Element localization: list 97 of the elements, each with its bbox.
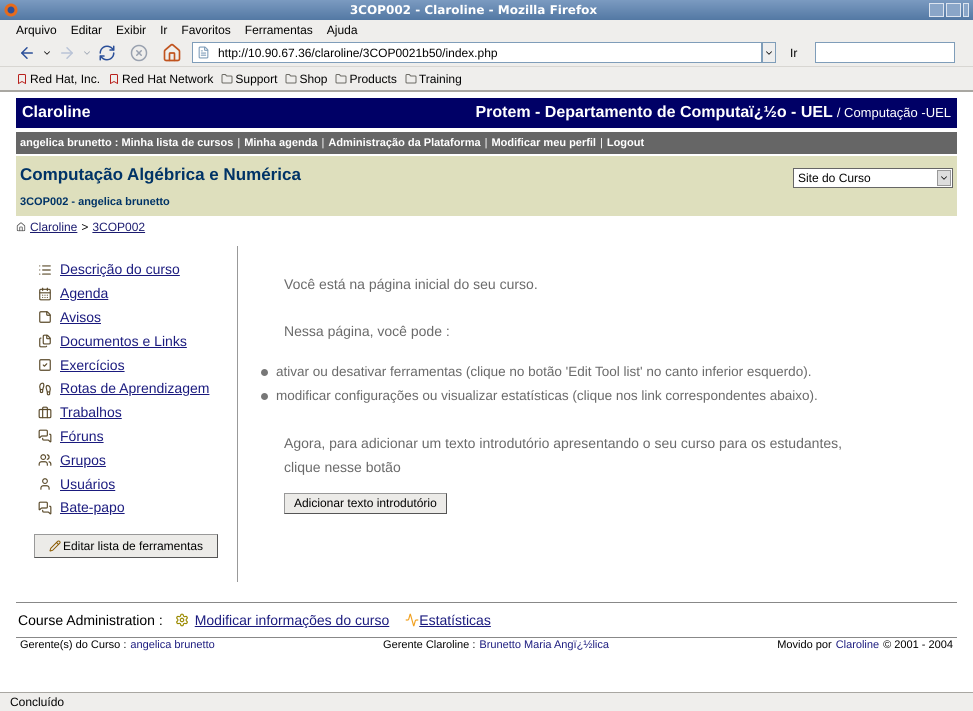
folder-icon [221, 72, 234, 84]
browser-logo-icon [4, 3, 18, 17]
intro-text: Agora, para adicionar um texto introdutório apresentando o seu curso para os estudantes, clique nesse botão [284, 434, 844, 477]
close-button[interactable] [963, 3, 969, 17]
status-bar: Concluído [0, 692, 973, 711]
user-bar-link[interactable]: Logout [606, 134, 644, 152]
tool-link[interactable]: Usuários [60, 474, 116, 495]
user-icon [38, 477, 52, 492]
documents-icon [38, 334, 52, 348]
pencil-icon [48, 540, 61, 552]
users-icon [38, 453, 52, 468]
separator: | [600, 136, 603, 151]
admin-link[interactable]: Estatísticas [419, 610, 491, 630]
user-bar-link[interactable]: angelica brunetto : Minha lista de cursos [20, 134, 234, 152]
menu-item[interactable]: Editar [70, 20, 102, 38]
intro-text: Nessa página, você pode : [284, 322, 451, 341]
bookmark-icon [16, 72, 28, 84]
user-bar-link[interactable]: Administração da Plataforma [328, 134, 481, 152]
menu-item[interactable]: Exibir [116, 20, 146, 38]
tool-link[interactable]: Trabalhos [60, 402, 122, 424]
footer-link[interactable]: Claroline [836, 639, 880, 652]
institution-title[interactable]: Protem - Departamento de Computaï¿½o - UEL [475, 101, 833, 125]
tool-link[interactable]: Rotas de Aprendizagem [60, 378, 210, 400]
dropdown-button[interactable] [762, 42, 776, 63]
menu-item[interactable]: Ir [160, 20, 168, 38]
gear-icon [174, 613, 189, 627]
bookmark-item[interactable]: Shop [285, 70, 328, 88]
separator: | [237, 136, 240, 151]
course-select[interactable]: Site do Curso [793, 168, 953, 188]
search-field[interactable] [815, 42, 955, 63]
bullet-icon [261, 392, 268, 400]
checkbox-icon [38, 358, 52, 372]
address-field[interactable]: http://10.90.67.36/claroline/3COP0021b50/index.php [192, 42, 762, 63]
briefcase-icon [38, 406, 52, 420]
separator: | [484, 136, 488, 151]
intro-text: Você está na página inicial do seu curso. [284, 275, 539, 294]
department-label: / Computação -UEL [836, 104, 951, 122]
bookmark-item[interactable]: Red Hat Network [108, 70, 214, 88]
course-code: 3COP002 - angelica brunetto [20, 194, 171, 210]
bookmark-item[interactable]: Products [335, 70, 397, 88]
chart-line-icon [405, 613, 420, 627]
site-title[interactable]: Claroline [22, 101, 90, 125]
tool-link[interactable]: Exercícios [60, 354, 125, 376]
tool-link[interactable]: Documentos e Links [60, 330, 187, 352]
page-icon [197, 46, 210, 59]
breadcrumb-link[interactable]: Claroline [30, 218, 78, 236]
chat-icon [38, 429, 52, 444]
window-title: 3COP002 - Claroline - Mozilla Firefox [348, 2, 598, 19]
chat-icon [38, 500, 52, 515]
bookmark-item[interactable]: Support [221, 70, 278, 88]
calendar-icon [38, 286, 52, 301]
tool-link[interactable]: Descrição do curso [60, 259, 180, 280]
home-icon[interactable] [162, 42, 182, 62]
maximize-button[interactable] [946, 3, 961, 17]
add-intro-button[interactable]: Adicionar texto introdutório [284, 492, 447, 514]
list-icon [38, 262, 52, 277]
bullet-text: modificar configurações ou visualizar estatísticas (clique nos link correspondentes abaixo). [276, 387, 818, 406]
breadcrumb-separator: > [81, 219, 88, 236]
stop-icon[interactable] [130, 44, 148, 62]
note-icon [38, 310, 52, 324]
bookmark-icon [108, 72, 120, 84]
footer-link[interactable]: Brunetto Maria Angï¿½lica [479, 639, 609, 652]
admin-label: Course Administration : [18, 610, 163, 630]
menu-item[interactable]: Favoritos [181, 20, 231, 38]
menu-item[interactable]: Ferramentas [244, 20, 313, 38]
footer-label: Gerente Claroline : [383, 639, 476, 652]
url-text: http://10.90.67.36/claroline/3COP0021b50/index.php [218, 44, 498, 62]
tool-link[interactable]: Agenda [60, 283, 108, 304]
bullet-icon [261, 368, 268, 376]
bookmark-item[interactable]: Red Hat, Inc. [16, 70, 100, 88]
edit-tools-button[interactable]: Editar lista de ferramentas [34, 534, 218, 558]
footprints-icon [38, 382, 52, 396]
home-icon [16, 222, 26, 232]
folder-icon [404, 72, 417, 84]
folder-icon [335, 72, 348, 84]
menu-item[interactable]: Arquivo [16, 20, 57, 38]
menu-item[interactable]: Ajuda [326, 20, 358, 38]
tool-link[interactable]: Bate-papo [60, 497, 125, 518]
footer-label: Movido por [777, 639, 832, 652]
breadcrumb-link[interactable]: 3COP002 [92, 218, 146, 236]
tool-link[interactable]: Avisos [60, 306, 101, 328]
go-button[interactable]: Ir [790, 44, 798, 62]
separator: | [322, 136, 324, 151]
reload-icon[interactable] [98, 44, 116, 62]
bookmark-item[interactable]: Training [404, 70, 462, 88]
bullet-text: ativar ou desativar ferramentas (clique no botão 'Edit Tool list' no canto inferior esquerdo). [276, 363, 812, 381]
user-bar-link[interactable]: Modificar meu perfil [491, 134, 596, 152]
tool-link[interactable]: Fóruns [60, 426, 104, 447]
folder-icon [285, 72, 298, 84]
course-title: Computação Algébrica e Numérica [20, 164, 301, 186]
user-bar-link[interactable]: Minha agenda [244, 134, 318, 152]
minimize-button[interactable] [929, 3, 944, 17]
footer-link[interactable]: angelica brunetto [130, 639, 215, 652]
footer-label: Gerente(s) do Curso : [20, 639, 126, 652]
tool-link[interactable]: Grupos [60, 450, 106, 471]
footer-label: © 2001 - 2004 [883, 639, 953, 652]
admin-link[interactable]: Modificar informações do curso [194, 610, 390, 630]
